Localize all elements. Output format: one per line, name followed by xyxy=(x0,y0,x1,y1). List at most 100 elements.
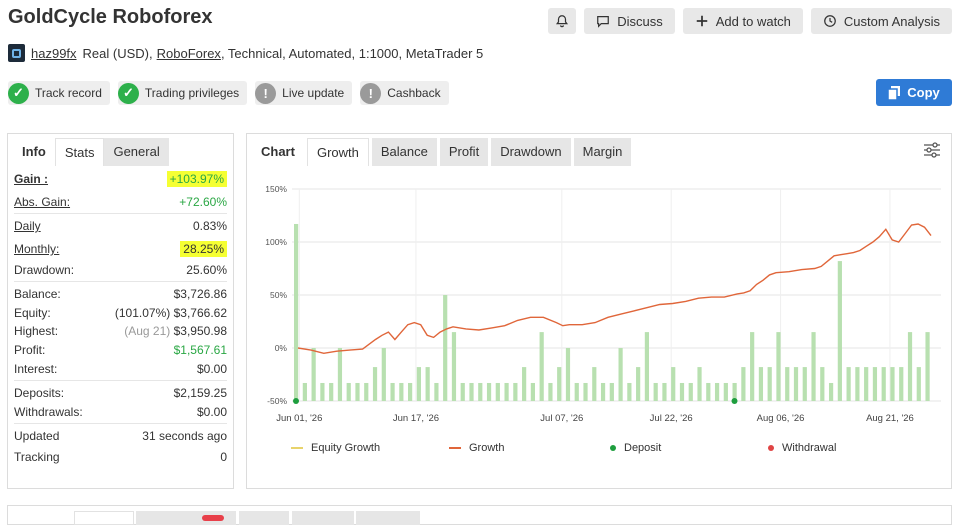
bar xyxy=(530,382,535,401)
stat-drawdown: Drawdown: 25.60% xyxy=(14,260,227,279)
stat-label[interactable]: Gain : xyxy=(14,172,48,186)
x-tick-label: Jun 17, '26 xyxy=(393,413,439,424)
bar xyxy=(881,367,886,401)
bar xyxy=(679,382,685,401)
stat-value: +72.60% xyxy=(179,194,227,209)
legend-swatch xyxy=(768,445,774,451)
bar xyxy=(469,382,474,401)
legend-label: Withdrawal xyxy=(782,442,837,454)
y-tick-label: 50% xyxy=(270,290,287,300)
stat-deposits: Deposits: $2,159.25 xyxy=(14,384,227,403)
bar xyxy=(671,367,676,401)
bar xyxy=(390,382,395,401)
stat-value: $1,567.61 xyxy=(173,343,227,358)
tab-general[interactable]: General xyxy=(104,138,169,166)
tab-stats[interactable]: Stats xyxy=(54,138,105,166)
page-title: GoldCycle Roboforex xyxy=(8,6,213,28)
tab-chart[interactable]: Chart xyxy=(252,138,304,166)
copy-button[interactable]: Copy xyxy=(876,79,952,106)
stat-value: 28.25% xyxy=(180,241,227,258)
stat-prefix: (Aug 21) xyxy=(124,324,171,339)
legend-deposit[interactable]: Deposit xyxy=(610,442,768,454)
notify-button[interactable] xyxy=(548,8,577,34)
badge-live-update[interactable]: ! Live update xyxy=(255,81,353,105)
top-actions: Discuss Add to watch Custom Analysis xyxy=(548,8,952,34)
stat-prefix: (101.07%) xyxy=(114,305,171,320)
bar xyxy=(504,382,509,401)
bar xyxy=(723,382,728,401)
chat-icon xyxy=(597,16,610,28)
stat-label[interactable]: Daily xyxy=(14,219,41,233)
badge-trading-privileges[interactable]: ✓ Trading privileges xyxy=(117,81,248,105)
stat-label: Interest: xyxy=(14,361,58,376)
bar xyxy=(565,348,571,401)
bar xyxy=(662,382,667,401)
stat-label: Tracking xyxy=(14,450,60,465)
bar xyxy=(618,348,623,401)
tab-growth[interactable]: Growth xyxy=(306,138,369,166)
growth-chart[interactable]: 150% 100% 50% 0% -50% Jun 01, '26 Jun 17, '26 J… xyxy=(247,167,951,437)
stat-value: $0.00 xyxy=(196,361,227,376)
bar xyxy=(539,332,544,401)
stat-label[interactable]: Monthly: xyxy=(14,242,59,256)
bar xyxy=(451,332,457,401)
bottom-tab[interactable] xyxy=(74,511,134,525)
check-icon: ✓ xyxy=(8,82,29,104)
legend-withdrawal[interactable]: Withdrawal xyxy=(768,442,836,454)
broker-link[interactable]: RoboForex xyxy=(157,46,221,61)
bar xyxy=(802,367,807,401)
bar xyxy=(600,382,606,401)
badge-track-record[interactable]: ✓ Track record xyxy=(8,81,110,105)
avatar[interactable] xyxy=(8,44,25,62)
bar xyxy=(653,382,658,401)
tab-margin[interactable]: Margin xyxy=(573,138,632,166)
stat-label: Withdrawals: xyxy=(14,404,83,419)
bottom-tab[interactable] xyxy=(356,511,420,525)
bar xyxy=(434,382,439,401)
badge-cashback[interactable]: ! Cashback xyxy=(360,81,449,105)
bar xyxy=(811,332,816,401)
add-to-watch-button[interactable]: Add to watch xyxy=(682,8,803,34)
bar xyxy=(443,295,448,401)
stat-label[interactable]: Abs. Gain: xyxy=(14,195,70,209)
bar xyxy=(478,382,483,401)
bottom-tab[interactable] xyxy=(239,511,289,525)
tab-profit[interactable]: Profit xyxy=(439,138,489,166)
chart-panel: Chart Growth Balance Profit Drawdown Mar… xyxy=(246,133,952,489)
bar xyxy=(408,382,413,401)
bar xyxy=(399,382,404,401)
settings-sliders-icon[interactable] xyxy=(923,141,941,159)
bottom-tab[interactable] xyxy=(292,511,354,525)
bar xyxy=(364,382,369,401)
stat-label: Deposits: xyxy=(14,386,65,401)
stat-gain: Gain : +103.97% xyxy=(14,170,227,189)
bar xyxy=(495,382,500,401)
bar xyxy=(337,348,343,401)
check-icon: ✓ xyxy=(117,82,139,104)
x-tick-label: Aug 06, '26 xyxy=(757,413,805,424)
username-link[interactable]: haz99fx xyxy=(31,46,77,61)
legend-growth[interactable]: Growth xyxy=(449,442,610,454)
discuss-button[interactable]: Discuss xyxy=(584,8,675,34)
bar xyxy=(714,382,720,401)
tab-drawdown[interactable]: Drawdown xyxy=(491,138,571,166)
bottom-tab[interactable] xyxy=(26,511,76,525)
stat-value: $3,726.86 xyxy=(173,287,227,302)
stats-list: Gain : +103.97% Abs. Gain: +72.60% Daily… xyxy=(8,166,233,466)
account-details-text: , Technical, Automated, 1:1000, MetaTrad… xyxy=(220,45,484,61)
bar xyxy=(899,367,904,401)
tab-info[interactable]: Info xyxy=(13,138,55,166)
tab-balance[interactable]: Balance xyxy=(371,138,437,166)
x-tick-label: Jun 01, '26 xyxy=(276,413,322,424)
stats-tabs: Info Stats General xyxy=(8,134,233,166)
custom-analysis-button[interactable]: Custom Analysis xyxy=(810,8,952,34)
badge-label: Trading privileges xyxy=(144,86,240,100)
bar xyxy=(688,382,693,401)
stat-tracking: Tracking 0 xyxy=(14,448,227,467)
legend-equity-growth[interactable]: Equity Growth xyxy=(291,442,449,454)
stat-value: +103.97% xyxy=(166,171,227,188)
status-badges: ✓ Track record ✓ Trading privileges ! Li… xyxy=(8,81,449,105)
bar xyxy=(522,367,527,401)
clock-icon xyxy=(824,15,836,27)
custom-analysis-label: Custom Analysis xyxy=(843,13,940,29)
